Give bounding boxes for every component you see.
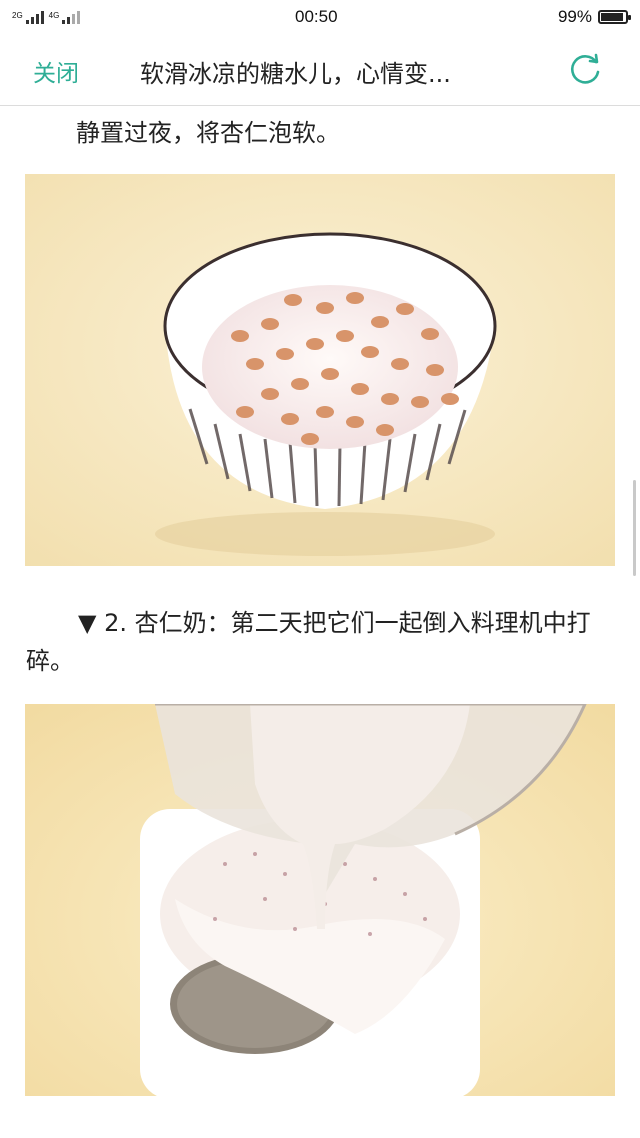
paragraph-soak: 静置过夜，将杏仁泡软。: [76, 119, 340, 147]
article-content: 静置过夜，将杏仁泡软。 ▼ 2. 杏仁奶：第二天把它们一起倒入料理机中打碎。: [0, 106, 640, 1138]
battery-icon: [598, 10, 631, 24]
nav-bar: 关闭 软滑冰凉的糖水儿，心情变...: [0, 34, 640, 106]
signal-icon: 2G 4G: [12, 10, 81, 24]
page-title: 软滑冰凉的糖水儿，心情变...: [140, 60, 451, 88]
battery-percent: 99%: [557, 7, 592, 26]
photo-soaked-almonds: [25, 174, 615, 566]
refresh-icon[interactable]: [566, 50, 604, 88]
scrollbar[interactable]: [633, 480, 636, 576]
photo-pouring-almond-milk: [25, 704, 615, 1096]
battery-indicator: 99%: [557, 7, 631, 27]
network-type-right: 4G: [48, 10, 60, 20]
status-bar: 2G 4G 00:50 99%: [0, 0, 640, 34]
close-button[interactable]: 关闭: [33, 54, 79, 88]
clock: 00:50: [295, 7, 338, 26]
network-type-left: 2G: [12, 10, 23, 20]
paragraph-step-2: ▼ 2. 杏仁奶：第二天把它们一起倒入料理机中打碎。: [26, 609, 591, 675]
